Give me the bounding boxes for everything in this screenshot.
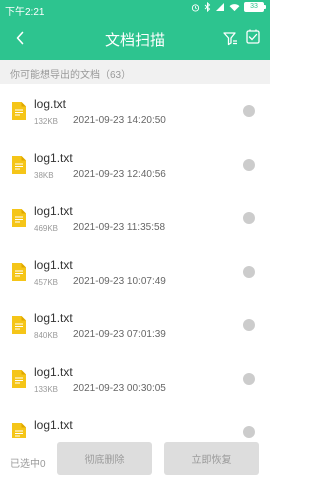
file-row[interactable]: log1.txt 133KB 2021-09-23 00:30:05 (0, 352, 270, 406)
file-name: log1.txt (34, 150, 73, 165)
status-icons: 33 (191, 2, 266, 12)
file-name: log.txt (34, 97, 67, 111)
filter-button[interactable] (221, 29, 239, 47)
file-row[interactable]: log1.txt 457KB 2021-09-23 10:07:49 (0, 245, 270, 299)
select-radio[interactable] (243, 319, 255, 331)
file-modified-time: 2021-09-23 12:40:56 (73, 168, 166, 180)
delete-permanently-button[interactable]: 彻底删除 (57, 442, 152, 475)
selected-count: 已选中0 (10, 459, 46, 470)
select-radio[interactable] (243, 212, 255, 224)
file-name: log1.txt (34, 257, 73, 272)
restore-now-button[interactable]: 立即恢复 (164, 442, 259, 475)
battery-icon: 33 (244, 2, 266, 12)
battery-level: 33 (250, 3, 258, 10)
select-radio[interactable] (243, 426, 255, 438)
txt-file-icon (12, 102, 26, 120)
file-modified-time: 2021-09-23 10:07:49 (73, 275, 166, 287)
file-name: log1.txt (34, 204, 73, 218)
file-modified-time: 2021-09-23 14:20:50 (73, 115, 166, 126)
select-radio[interactable] (243, 105, 255, 117)
wifi-icon (229, 3, 240, 11)
select-all-icon (246, 29, 260, 44)
file-size: 132KB (34, 117, 59, 126)
file-row[interactable]: log1.txt (0, 405, 270, 438)
file-modified-time: 2021-09-23 07:01:39 (73, 329, 166, 340)
file-name: log1.txt (34, 311, 73, 325)
file-size: 457KB (34, 277, 59, 287)
file-row[interactable]: log1.txt 38KB 2021-09-23 12:40:56 (0, 138, 270, 192)
alarm-icon (191, 3, 200, 12)
file-list: log.txt 132KB 2021-09-23 14:20:50 log1.txt 3… (0, 84, 270, 438)
app-header: 下午2:21 33 文档扫描 (0, 0, 270, 60)
file-modified-time: 2021-09-23 00:30:05 (73, 382, 166, 394)
file-size: 840KB (34, 331, 59, 340)
file-row[interactable]: log.txt 132KB 2021-09-23 14:20:50 (0, 84, 270, 138)
file-name: log1.txt (34, 364, 73, 379)
txt-file-icon (12, 316, 26, 334)
file-row[interactable]: log1.txt 840KB 2021-09-23 07:01:39 (0, 298, 270, 352)
signal-icon (216, 3, 224, 11)
file-name: log1.txt (34, 418, 73, 432)
file-size: 38KB (34, 170, 54, 180)
select-radio[interactable] (243, 158, 255, 171)
filter-icon (223, 32, 237, 46)
select-radio[interactable] (243, 372, 255, 385)
select-all-button[interactable] (244, 28, 262, 46)
status-time: 下午2:21 (5, 7, 45, 18)
file-size: 133KB (34, 384, 59, 394)
txt-file-icon (12, 423, 26, 438)
file-modified-time: 2021-09-23 11:35:58 (73, 222, 166, 233)
file-row[interactable]: log1.txt 469KB 2021-09-23 11:35:58 (0, 191, 270, 245)
document-count-header: 你可能想导出的文档（63） (0, 60, 270, 84)
txt-file-icon (12, 262, 26, 281)
file-size: 469KB (34, 224, 59, 233)
bluetooth-icon (204, 2, 211, 12)
txt-file-icon (12, 209, 26, 227)
bottom-action-bar: 已选中0 彻底删除 立即恢复 (0, 438, 270, 480)
txt-file-icon (12, 155, 26, 174)
nav-bar: 文档扫描 (0, 22, 270, 54)
select-radio[interactable] (243, 265, 255, 278)
status-bar: 下午2:21 33 (0, 0, 270, 18)
txt-file-icon (12, 369, 26, 388)
